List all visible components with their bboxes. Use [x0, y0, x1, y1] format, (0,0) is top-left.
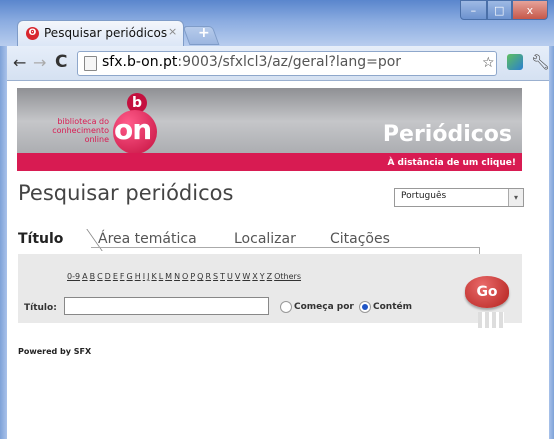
alphabet-link[interactable]: F [120, 272, 125, 281]
plus-icon: + [198, 25, 210, 41]
alphabet-link[interactable]: S [213, 272, 218, 281]
go-button-shadow [478, 312, 504, 328]
page-content: biblioteca do conhecimento online b on Pe… [7, 81, 549, 439]
alphabet-link[interactable]: I [143, 272, 145, 281]
extension-icon[interactable] [507, 54, 523, 70]
radio-contains[interactable] [359, 301, 371, 313]
address-bar[interactable]: sfx.b-on.pt:9003/sfxlcl3/az/geral?lang=p… [77, 51, 497, 76]
reload-icon[interactable]: C [55, 52, 67, 72]
tab-localizar[interactable]: Localizar [234, 231, 296, 247]
alphabet-link[interactable]: L [159, 272, 163, 281]
tab-titulo[interactable]: Título [18, 231, 63, 247]
url-text: sfx.b-on.pt:9003/sfxlcl3/az/geral?lang=p… [102, 54, 402, 70]
powered-by: Powered by SFX [18, 347, 92, 356]
alphabet-link[interactable]: X [252, 272, 257, 281]
alphabet-link[interactable]: J [147, 272, 149, 281]
alphabet-link[interactable]: U [227, 272, 233, 281]
tab-area-tematica[interactable]: Área temática [98, 231, 197, 247]
language-select[interactable]: Português ▾ [394, 188, 524, 207]
alphabet-link[interactable]: Others [274, 272, 301, 281]
alphabet-link[interactable]: R [205, 272, 211, 281]
page-icon [84, 56, 97, 71]
back-arrow-icon[interactable]: ← [13, 53, 26, 72]
close-button[interactable]: x [511, 0, 549, 20]
alphabet-link[interactable]: 0-9 [67, 272, 80, 281]
go-button[interactable]: Go [465, 276, 509, 308]
banner-red-strip: À distância de um clique! [17, 153, 522, 171]
title-label: Título: [24, 303, 57, 313]
favicon-icon: ʘ [26, 27, 39, 40]
alphabet-link[interactable]: K [151, 272, 156, 281]
alphabet-link[interactable]: O [182, 272, 188, 281]
radio-begins-with[interactable] [280, 301, 292, 313]
bookmark-star-icon[interactable]: ☆ [482, 55, 495, 71]
page-title: Pesquisar periódicos [18, 181, 234, 205]
alphabet-link[interactable]: H [135, 272, 141, 281]
alphabet-link[interactable]: N [174, 272, 180, 281]
alphabet-link[interactable]: C [97, 272, 103, 281]
radio-begins-label: Começa por [294, 302, 354, 312]
alphabet-index: 0-9 A B C D E F G H I J K L M N O P Q R S T U V W X Y Z Others [67, 272, 303, 281]
alphabet-link[interactable]: D [105, 272, 111, 281]
tabs-underline [91, 247, 480, 248]
logo-caption: biblioteca do conhecimento online [52, 117, 109, 144]
alphabet-link[interactable]: W [242, 272, 250, 281]
alphabet-link[interactable]: E [113, 272, 118, 281]
browser-tab[interactable]: ʘ Pesquisar periódicos × [17, 20, 184, 47]
radio-contains-label: Contém [373, 302, 412, 312]
tab-title: Pesquisar periódicos [44, 26, 168, 40]
search-panel: 0-9 A B C D E F G H I J K L M N O P Q R S T U V W X Y Z Others Títu… [18, 254, 522, 323]
language-value: Português [401, 191, 447, 201]
alphabet-link[interactable]: G [127, 272, 133, 281]
banner-tagline: À distância de um clique! [387, 158, 516, 168]
alphabet-link[interactable]: T [220, 272, 225, 281]
chevron-down-icon: ▾ [508, 189, 523, 206]
tab-citacoes[interactable]: Citações [330, 231, 390, 247]
logo-on-text: on [114, 113, 152, 146]
alphabet-link[interactable]: P [190, 272, 195, 281]
alphabet-link[interactable]: Q [197, 272, 203, 281]
wrench-menu-icon[interactable]: 🔧︎ [531, 53, 550, 71]
alphabet-link[interactable]: Y [260, 272, 265, 281]
maximize-button[interactable]: □ [486, 0, 512, 20]
title-bar: ʘ Pesquisar periódicos × + – □ x [0, 0, 554, 47]
forward-arrow-icon[interactable]: → [33, 53, 46, 72]
minimize-button[interactable]: – [460, 0, 487, 20]
site-banner: biblioteca do conhecimento online b on Pe… [17, 88, 522, 171]
alphabet-link[interactable]: A [82, 272, 87, 281]
title-input[interactable] [64, 297, 269, 315]
alphabet-link[interactable]: Z [267, 272, 272, 281]
window-frame-left [0, 0, 7, 439]
alphabet-link[interactable]: V [235, 272, 240, 281]
close-tab-icon[interactable]: × [168, 25, 177, 38]
window-controls: – □ x [460, 0, 549, 20]
alphabet-link[interactable]: M [165, 272, 172, 281]
alphabet-link[interactable]: B [90, 272, 96, 281]
browser-toolbar: ← → C sfx.b-on.pt:9003/sfxlcl3/az/geral?… [7, 46, 550, 81]
banner-title: Periódicos [382, 122, 512, 147]
